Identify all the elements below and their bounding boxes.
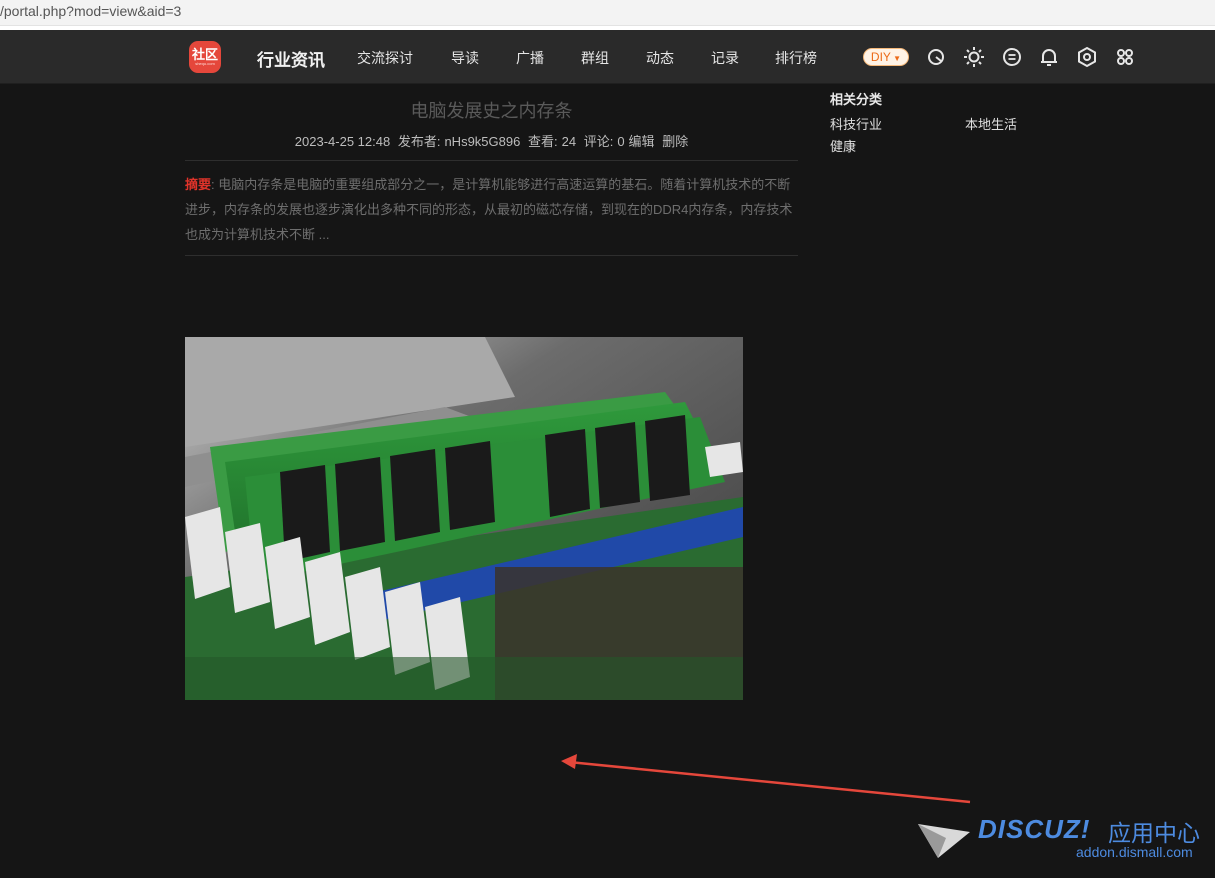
article-image-ram-modules (185, 337, 743, 700)
views-count: 24 (561, 134, 577, 149)
summary-label: 摘要 (185, 177, 212, 192)
category-link-local-life[interactable]: 本地生活 (965, 114, 1017, 133)
nav-item-broadcast[interactable]: 广播 (516, 48, 544, 68)
article-title: 电脑发展史之内存条 (410, 101, 573, 121)
search-icon[interactable] (925, 46, 947, 68)
address-bar[interactable]: /portal.php?mod=view&aid=3 (0, 0, 1215, 26)
theme-icon[interactable] (963, 46, 985, 68)
comments-label: 评论: (583, 134, 614, 149)
article-summary: 摘要: 电脑内存条是电脑的重要组成部分之一，是计算机能够进行高速运算的基石。随着… (185, 172, 798, 247)
related-categories-title: 相关分类 (830, 92, 883, 107)
watermark-cn: 应用中心 (1108, 820, 1200, 846)
diy-label: DIY (870, 50, 891, 64)
article-date: 2023-4-25 12:48 (294, 134, 391, 149)
edit-link[interactable]: 编辑 (629, 134, 655, 149)
summary-text: : 电脑内存条是电脑的重要组成部分之一，是计算机能够进行高速运算的基石。随着计算… (185, 177, 793, 242)
site-logo[interactable]: 社区 shequ.com (189, 41, 221, 73)
author-label: 发布者: (397, 134, 441, 149)
nav-item-guide[interactable]: 导读 (451, 48, 479, 68)
comments-count: 0 (617, 134, 625, 149)
views-label: 查看: (527, 134, 558, 149)
url-text: /portal.php?mod=view&aid=3 (0, 3, 182, 19)
divider (185, 160, 798, 161)
chevron-down-icon: ▼ (890, 54, 902, 63)
top-navigation: 社区 shequ.com 行业资讯 交流探讨 导读 广播 群组 动态 记录 排行… (0, 30, 1215, 84)
diy-button[interactable]: DIY ▼ (863, 48, 909, 66)
annotation-arrow (561, 754, 971, 804)
nav-item-discuss[interactable]: 交流探讨 (357, 48, 413, 68)
author-link[interactable]: nHs9k5G896 (444, 134, 520, 149)
nav-item-groups[interactable]: 群组 (581, 48, 609, 68)
bell-icon[interactable] (1038, 46, 1060, 68)
watermark-url: addon.dismall.com (1076, 844, 1193, 860)
apps-icon[interactable] (1114, 46, 1136, 68)
category-link-health[interactable]: 健康 (830, 136, 856, 155)
category-link-tech[interactable]: 科技行业 (830, 114, 882, 133)
site-title[interactable]: 行业资讯 (257, 46, 325, 71)
message-icon[interactable] (1001, 46, 1023, 68)
delete-link[interactable]: 删除 (662, 134, 688, 149)
ram-photo-illustration (185, 337, 743, 700)
paper-plane-icon (918, 824, 970, 858)
divider (185, 255, 798, 256)
logo-text: 社区 (191, 47, 218, 62)
nav-item-ranking[interactable]: 排行榜 (775, 48, 817, 68)
discuz-watermark: DISCUZ! 应用中心 addon.dismall.com (916, 812, 1206, 872)
article-meta: 2023-4-25 12:48 发布者: nHs9k5G896 查看: 24 评论:… (185, 131, 798, 150)
watermark-brand: DISCUZ! (978, 814, 1091, 844)
nav-item-records[interactable]: 记录 (711, 48, 739, 68)
nav-item-activity[interactable]: 动态 (646, 48, 674, 68)
settings-icon[interactable] (1076, 46, 1098, 68)
logo-subtext: shequ.com (195, 61, 215, 66)
